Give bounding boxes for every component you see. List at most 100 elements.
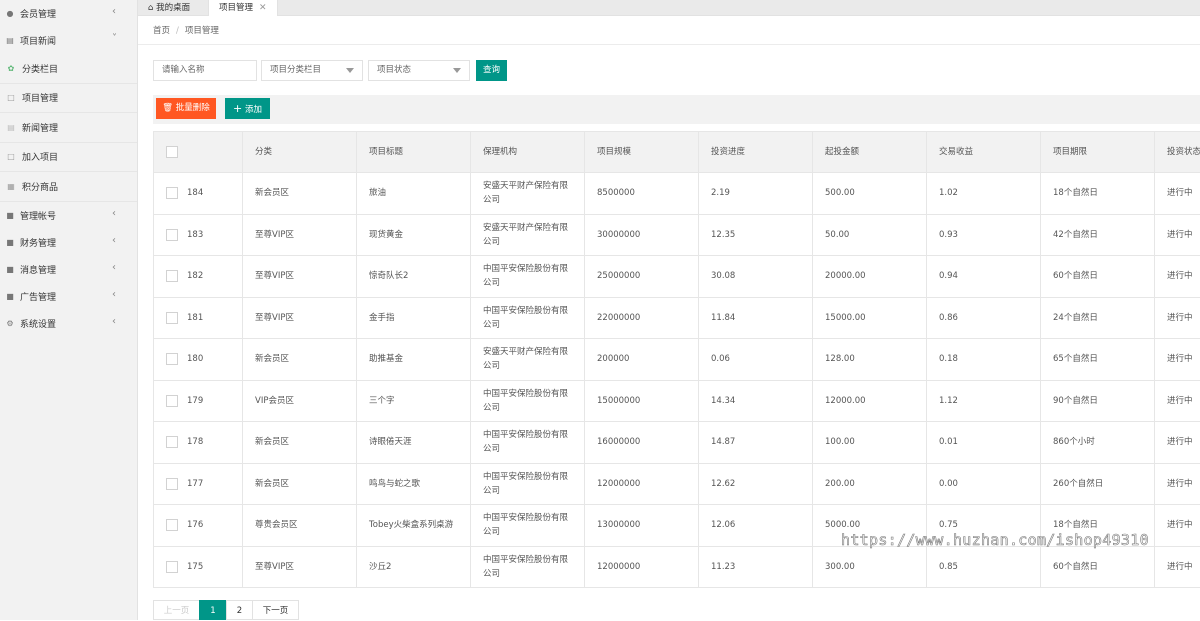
sidebar-item-messages[interactable]: ■ 消息管理 ‹: [0, 256, 137, 283]
cell-title: 沙丘2: [357, 546, 471, 588]
next-page-button[interactable]: 下一页: [252, 600, 299, 620]
cell-org: 安盛天平财产保险有限公司: [471, 214, 585, 256]
column-header[interactable]: 分类: [243, 132, 357, 173]
sidebar-item-members[interactable]: ● 会员管理 ‹: [0, 0, 137, 27]
column-header[interactable]: 项目期限: [1041, 132, 1155, 173]
cell-title: 鸣鸟与蛇之歌: [357, 463, 471, 505]
column-header[interactable]: 交易收益: [927, 132, 1041, 173]
cell-term: 42个自然日: [1041, 214, 1155, 256]
cell-status: 进行中: [1155, 256, 1200, 298]
select-all-checkbox[interactable]: [166, 146, 178, 158]
batch-delete-button[interactable]: 🗑 批量删除: [156, 98, 216, 119]
add-button[interactable]: + 添加: [225, 98, 270, 119]
sidebar-item-settings[interactable]: ⚙ 系统设置 ‹: [0, 310, 137, 337]
page-1-button[interactable]: 1: [199, 600, 227, 620]
table-row[interactable]: 183至尊VIP区现货黄金安盛天平财产保险有限公司3000000012.3550…: [154, 214, 1200, 256]
sidebar-item-label: 新闻管理: [22, 121, 58, 134]
page-2-button[interactable]: 2: [226, 600, 253, 620]
breadcrumb-home[interactable]: 首页: [153, 26, 170, 36]
tab-project-management[interactable]: 项目管理 ✕: [208, 0, 278, 16]
news-icon: ▤: [4, 36, 16, 45]
cart-icon: □: [4, 152, 18, 161]
cell-progress: 11.84: [699, 297, 813, 339]
gift-icon: ▦: [4, 182, 18, 191]
sidebar-item-ads[interactable]: ■ 广告管理 ‹: [0, 283, 137, 310]
table-row[interactable]: 175至尊VIP区沙丘2中国平安保险股份有限公司1200000011.23300…: [154, 546, 1200, 588]
sidebar-item-accounts[interactable]: ■ 管理帐号 ‹: [0, 202, 137, 229]
row-checkbox[interactable]: [166, 519, 178, 531]
row-checkbox[interactable]: [166, 436, 178, 448]
cell-min-invest: 500.00: [813, 173, 927, 215]
cell-org: 中国平安保险股份有限公司: [471, 380, 585, 422]
row-checkbox[interactable]: [166, 229, 178, 241]
cell-org: 中国平安保险股份有限公司: [471, 463, 585, 505]
table-row[interactable]: 181至尊VIP区金手指中国平安保险股份有限公司2200000011.84150…: [154, 297, 1200, 339]
cell-yield: 0.01: [927, 422, 1041, 464]
cell-title: 诗眼倦天涯: [357, 422, 471, 464]
table-row[interactable]: 182至尊VIP区惊奇队长2中国平安保险股份有限公司2500000030.082…: [154, 256, 1200, 298]
tab-label: 我的桌面: [156, 3, 190, 13]
table-row[interactable]: 179VIP会员区三个字中国平安保险股份有限公司1500000014.34120…: [154, 380, 1200, 422]
status-select[interactable]: 项目状态: [368, 60, 470, 81]
cell-progress: 14.34: [699, 380, 813, 422]
cell-yield: 0.94: [927, 256, 1041, 298]
query-button[interactable]: 查询: [476, 60, 507, 81]
table-row[interactable]: 177新会员区鸣鸟与蛇之歌中国平安保险股份有限公司1200000012.6220…: [154, 463, 1200, 505]
cell-term: 860个小时: [1041, 422, 1155, 464]
sidebar-subitem-points[interactable]: ▦ 积分商品: [0, 172, 137, 202]
name-search-input[interactable]: 请输入名称: [153, 60, 257, 81]
tab-home[interactable]: ⌂ 我的桌面: [138, 0, 208, 16]
sidebar-subitem-category[interactable]: ✿ 分类栏目: [0, 54, 137, 84]
cell-yield: 0.00: [927, 463, 1041, 505]
watermark: https://www.huzhan.com/ishop49310: [841, 531, 1149, 549]
cell-term: 260个自然日: [1041, 463, 1155, 505]
cell-progress: 2.19: [699, 173, 813, 215]
cell-status: 进行中: [1155, 380, 1200, 422]
sidebar-item-news[interactable]: ▤ 项目新闻 ˅: [0, 27, 137, 54]
prev-page-button[interactable]: 上一页: [153, 600, 200, 620]
column-header[interactable]: 投资进度: [699, 132, 813, 173]
column-header[interactable]: 项目标题: [357, 132, 471, 173]
close-icon[interactable]: ✕: [259, 0, 267, 16]
table-row[interactable]: 184新会员区旅油安盛天平财产保险有限公司85000002.19500.001.…: [154, 173, 1200, 215]
sidebar-subitem-join[interactable]: □ 加入项目: [0, 143, 137, 173]
sidebar-item-label: 广告管理: [20, 290, 56, 303]
row-id: 180: [187, 354, 203, 364]
divider: [138, 44, 1200, 45]
row-checkbox[interactable]: [166, 187, 178, 199]
row-checkbox[interactable]: [166, 395, 178, 407]
row-checkbox[interactable]: [166, 353, 178, 365]
cell-progress: 0.06: [699, 339, 813, 381]
chevron-left-icon: ‹: [112, 289, 116, 300]
cell-org: 中国平安保险股份有限公司: [471, 297, 585, 339]
cell-term: 90个自然日: [1041, 380, 1155, 422]
chevron-left-icon: ‹: [112, 6, 116, 17]
chevron-left-icon: ‹: [112, 262, 116, 273]
column-header[interactable]: 起投金额: [813, 132, 927, 173]
column-header[interactable]: 项目规模: [585, 132, 699, 173]
category-select[interactable]: 项目分类栏目: [261, 60, 363, 81]
cell-scale: 13000000: [585, 505, 699, 547]
select-value: 项目状态: [377, 65, 411, 75]
projects-table: 分类 项目标题 保理机构 项目规模 投资进度 起投金额 交易收益 项目期限 投资…: [153, 131, 1200, 588]
column-header[interactable]: 投资状态: [1155, 132, 1200, 173]
row-checkbox[interactable]: [166, 270, 178, 282]
cell-org: 中国平安保险股份有限公司: [471, 422, 585, 464]
table-row[interactable]: 180新会员区助推基金安盛天平财产保险有限公司2000000.06128.000…: [154, 339, 1200, 381]
row-checkbox[interactable]: [166, 478, 178, 490]
cell-category: 新会员区: [243, 422, 357, 464]
sidebar-subitem-projects[interactable]: □ 项目管理: [0, 84, 137, 114]
row-checkbox[interactable]: [166, 312, 178, 324]
sidebar-item-finance[interactable]: ■ 财务管理 ‹: [0, 229, 137, 256]
plus-icon: +: [233, 102, 242, 115]
cell-status: 进行中: [1155, 297, 1200, 339]
finance-icon: ■: [4, 238, 16, 247]
table-row[interactable]: 178新会员区诗眼倦天涯中国平安保险股份有限公司1600000014.87100…: [154, 422, 1200, 464]
cell-term: 60个自然日: [1041, 546, 1155, 588]
column-header[interactable]: 保理机构: [471, 132, 585, 173]
row-checkbox[interactable]: [166, 561, 178, 573]
cell-min-invest: 128.00: [813, 339, 927, 381]
sidebar-subitem-news-mgmt[interactable]: ▤ 新闻管理: [0, 113, 137, 143]
cell-min-invest: 15000.00: [813, 297, 927, 339]
cell-status: 进行中: [1155, 422, 1200, 464]
